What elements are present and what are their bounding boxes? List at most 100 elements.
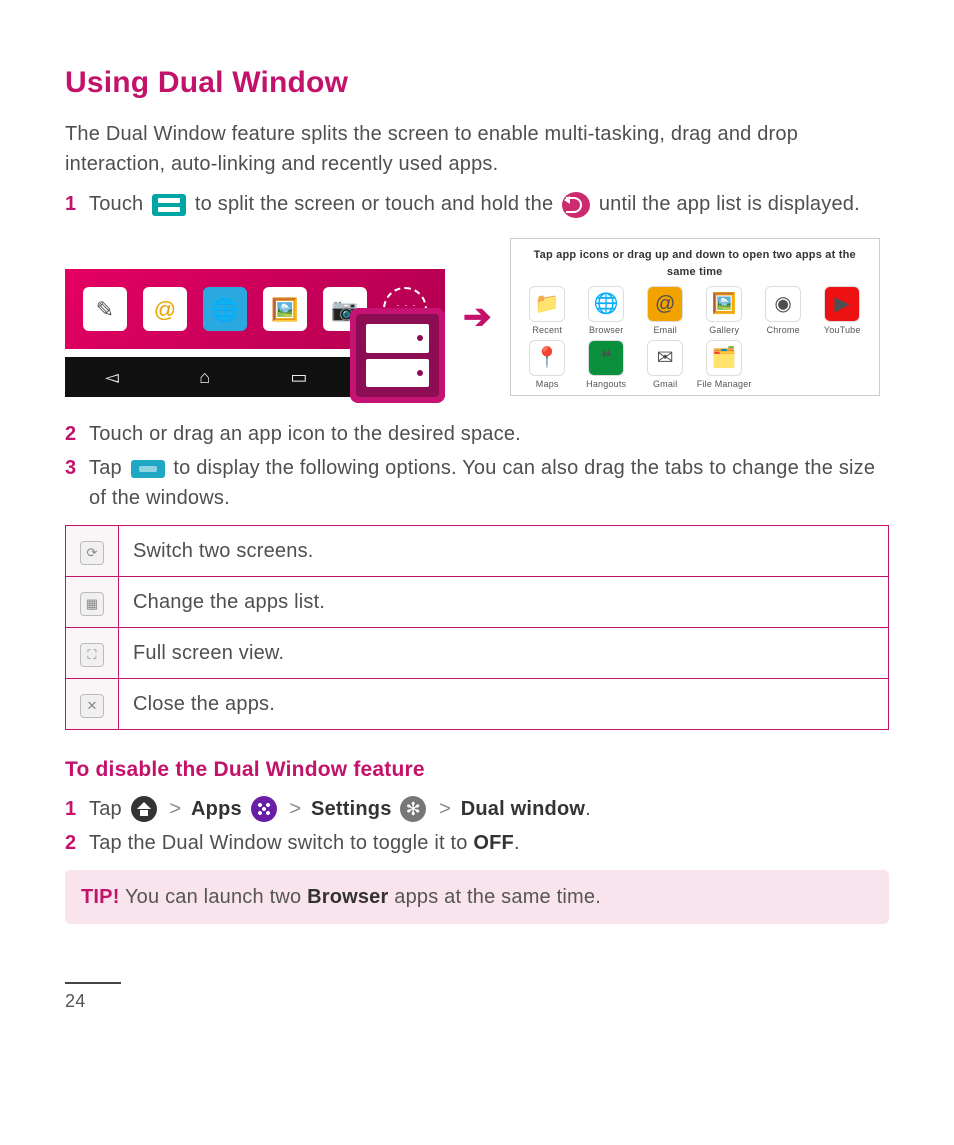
app-icon: 🖼️ xyxy=(706,286,742,322)
d1-dual: Dual window xyxy=(461,798,585,820)
intro-text: The Dual Window feature splits the scree… xyxy=(65,119,889,179)
d1-settings: Settings xyxy=(311,798,392,820)
section-title: Using Dual Window xyxy=(65,60,889,105)
app-picker-item: ▶ YouTube xyxy=(814,286,871,338)
option-icon-cell: ▦ xyxy=(66,577,119,628)
app-picker-item: ✉ Gmail xyxy=(637,340,694,392)
arrow-right-icon: ➔ xyxy=(463,292,492,343)
app-picker-panel: Tap app icons or drag up and down to ope… xyxy=(510,238,880,396)
dual-window-highlight-icon xyxy=(350,308,445,403)
step-1-pre: Touch xyxy=(89,193,149,215)
option-row: ⛶ Full screen view. xyxy=(66,628,889,679)
option-icon: ✕ xyxy=(80,694,104,718)
step-2: 2 Touch or drag an app icon to the desir… xyxy=(65,419,889,449)
tab-handle-icon xyxy=(131,460,165,478)
step-1-post: until the app list is displayed. xyxy=(599,193,860,215)
sep-2: > xyxy=(289,798,301,820)
app-label: Hangouts xyxy=(578,378,635,392)
app-icon: 📍 xyxy=(529,340,565,376)
tip-bold: Browser xyxy=(307,886,388,908)
step-1: 1 Touch to split the screen or touch and… xyxy=(65,189,889,219)
dual-window-button-icon xyxy=(152,194,186,216)
nav-home-icon: ⌂ xyxy=(199,364,210,391)
sep-1: > xyxy=(169,798,181,820)
option-icon: ▦ xyxy=(80,592,104,616)
dock-email-icon: @ xyxy=(143,287,187,331)
sep-3: > xyxy=(439,798,451,820)
option-row: ⟳Switch two screens. xyxy=(66,526,889,577)
app-label: Browser xyxy=(578,324,635,338)
settings-icon xyxy=(400,796,426,822)
option-desc: Switch two screens. xyxy=(119,526,889,577)
d1-apps: Apps xyxy=(191,798,242,820)
home-icon xyxy=(131,796,157,822)
page-number: 24 xyxy=(65,991,85,1011)
dock-memo-icon: ✎ xyxy=(83,287,127,331)
app-label: Chrome xyxy=(755,324,812,338)
app-icon: 🗂️ xyxy=(706,340,742,376)
tip-label: TIP! xyxy=(81,886,120,908)
tip-post: apps at the same time. xyxy=(389,886,601,908)
app-picker-title: Tap app icons or drag up and down to ope… xyxy=(519,245,871,286)
option-desc: Full screen view. xyxy=(119,628,889,679)
app-picker-item: ◉ Chrome xyxy=(755,286,812,338)
d2-period: . xyxy=(514,832,520,854)
illustration-row: • ● • ✎ @ 🌐 🖼️ 📷 ◅ ⌂ ▭ ▤ ➔ Tap app icons… xyxy=(65,237,889,397)
app-picker-item: @ Email xyxy=(637,286,694,338)
tip-box: TIP! You can launch two Browser apps at … xyxy=(65,870,889,924)
dock-gallery-icon: 🖼️ xyxy=(263,287,307,331)
app-label: Email xyxy=(637,324,694,338)
page-footer: 24 xyxy=(65,974,889,1015)
option-icon-cell: ⟳ xyxy=(66,526,119,577)
disable-step-1-number: 1 xyxy=(65,794,76,824)
disable-step-1: 1 Tap > Apps > Settings > Dual window. xyxy=(65,794,889,824)
back-recent-button-icon xyxy=(562,192,590,218)
app-label: Gmail xyxy=(637,378,694,392)
app-picker-item: 🖼️ Gallery xyxy=(696,286,753,338)
d1-period: . xyxy=(585,798,591,820)
d2-off: OFF xyxy=(473,832,514,854)
options-table: ⟳Switch two screens. ▦ Change the apps lis… xyxy=(65,525,889,730)
step-3-post: to display the following options. You ca… xyxy=(89,457,875,509)
option-row: ✕ Close the apps. xyxy=(66,679,889,730)
app-label: Gallery xyxy=(696,324,753,338)
dock-browser-icon: 🌐 xyxy=(203,287,247,331)
tip-pre: You can launch two xyxy=(120,886,307,908)
disable-step-2-number: 2 xyxy=(65,828,76,858)
home-screen-illustration: • ● • ✎ @ 🌐 🖼️ 📷 ◅ ⌂ ▭ ▤ xyxy=(65,237,445,397)
disable-heading: To disable the Dual Window feature xyxy=(65,754,889,786)
nav-recent-icon: ▭ xyxy=(290,364,307,391)
app-icon: 🌐 xyxy=(588,286,624,322)
app-label: YouTube xyxy=(814,324,871,338)
app-picker-item: 🌐 Browser xyxy=(578,286,635,338)
app-label: File Manager xyxy=(696,378,753,392)
option-desc: Close the apps. xyxy=(119,679,889,730)
app-icon: ◉ xyxy=(765,286,801,322)
app-icon: ▶ xyxy=(824,286,860,322)
nav-back-icon: ◅ xyxy=(105,364,119,391)
d2-pre: Tap the Dual Window switch to toggle it … xyxy=(89,832,473,854)
option-desc: Change the apps list. xyxy=(119,577,889,628)
app-picker-item: 🗂️ File Manager xyxy=(696,340,753,392)
option-row: ▦ Change the apps list. xyxy=(66,577,889,628)
disable-step-2: 2 Tap the Dual Window switch to toggle i… xyxy=(65,828,889,858)
step-2-number: 2 xyxy=(65,419,76,449)
d1-tap: Tap xyxy=(89,798,128,820)
step-3-pre: Tap xyxy=(89,457,128,479)
app-icon: @ xyxy=(647,286,683,322)
app-icon: 📁 xyxy=(529,286,565,322)
step-1-mid: to split the screen or touch and hold th… xyxy=(195,193,559,215)
app-label: Maps xyxy=(519,378,576,392)
option-icon: ⛶ xyxy=(80,643,104,667)
apps-icon xyxy=(251,796,277,822)
app-icon: ✉ xyxy=(647,340,683,376)
app-picker-item: 📍 Maps xyxy=(519,340,576,392)
step-3: 3 Tap to display the following options. … xyxy=(65,453,889,513)
step-1-number: 1 xyxy=(65,189,76,219)
app-icon: ❝ xyxy=(588,340,624,376)
option-icon-cell: ✕ xyxy=(66,679,119,730)
app-picker-item: 📁 Recent xyxy=(519,286,576,338)
option-icon-cell: ⛶ xyxy=(66,628,119,679)
step-3-number: 3 xyxy=(65,453,76,483)
app-label: Recent xyxy=(519,324,576,338)
